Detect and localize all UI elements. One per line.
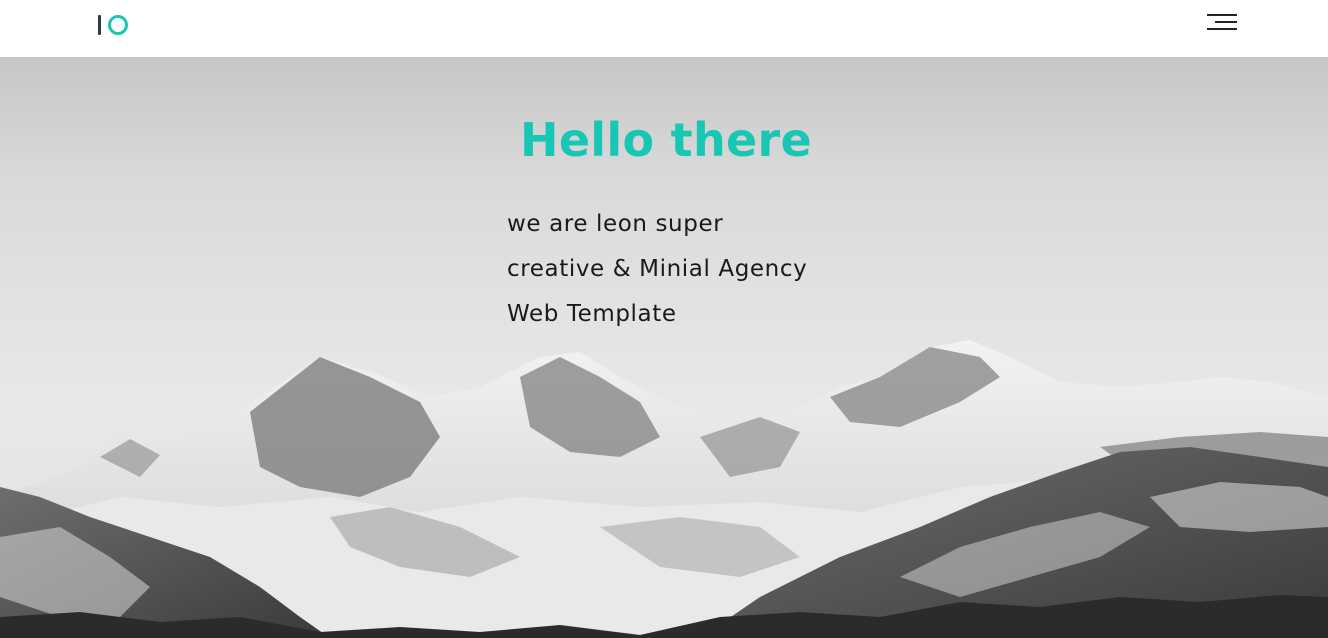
hamburger-menu-icon[interactable] [1203, 11, 1241, 35]
menu-line [1215, 21, 1237, 23]
logo-ring-glyph [108, 15, 128, 35]
menu-line [1207, 28, 1237, 30]
hero-tagline: we are leon super creative & Minial Agen… [507, 202, 927, 337]
top-navbar [0, 0, 1328, 57]
hero-tagline-line: we are leon super [507, 211, 724, 237]
menu-line [1207, 14, 1237, 16]
site-logo[interactable] [98, 12, 128, 38]
hero-section: Hello there we are leon super creative &… [0, 57, 1328, 638]
hero-title: Hello there [520, 113, 812, 167]
hero-tagline-line: Web Template [507, 301, 677, 327]
logo-bar-glyph [98, 15, 101, 35]
hero-tagline-line: creative & Minial Agency [507, 256, 808, 282]
